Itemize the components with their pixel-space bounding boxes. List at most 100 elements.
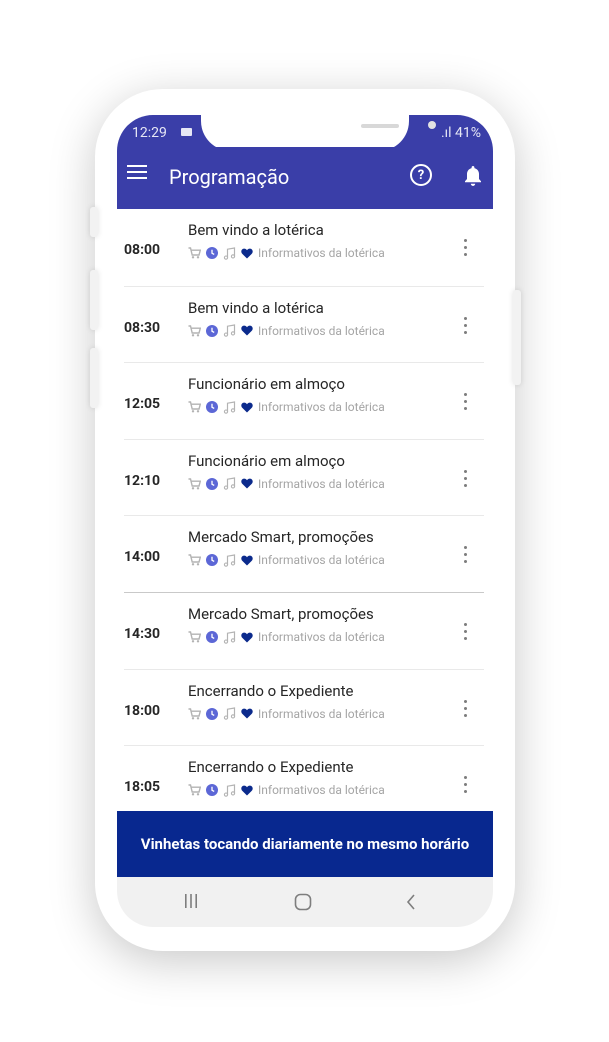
heart-icon bbox=[241, 402, 253, 413]
music-note-icon bbox=[223, 400, 236, 414]
schedule-row[interactable]: 12:05 Funcionário em almoço Informativos d… bbox=[124, 362, 484, 439]
heart-icon bbox=[241, 478, 253, 489]
schedule-title: Bem vindo a lotérica bbox=[188, 298, 324, 317]
recent-apps-icon[interactable] bbox=[183, 893, 199, 913]
speaker-grille bbox=[361, 124, 399, 128]
menu-icon[interactable] bbox=[127, 165, 147, 179]
back-icon[interactable] bbox=[405, 893, 417, 915]
schedule-row[interactable]: 12:10 Funcionário em almoço Informativos d… bbox=[124, 438, 484, 516]
schedule-title: Encerrando o Expediente bbox=[188, 758, 354, 777]
camera-notch bbox=[201, 115, 436, 151]
music-note-icon bbox=[223, 707, 236, 720]
schedule-title: Funcionário em almoço bbox=[188, 375, 345, 394]
more-options-icon[interactable] bbox=[462, 546, 468, 566]
schedule-time: 12:05 bbox=[124, 396, 161, 413]
cart-icon bbox=[188, 324, 201, 337]
schedule-meta: Informativos da lotérica bbox=[188, 630, 385, 644]
heart-icon bbox=[241, 708, 253, 719]
schedule-row[interactable]: 08:00 Bem vindo a lotérica Informativos da… bbox=[124, 209, 484, 285]
music-note-icon bbox=[223, 324, 236, 337]
schedule-category: Informativos da lotérica bbox=[258, 323, 385, 338]
schedule-row[interactable]: 18:00 Encerrando o Expediente Informativos… bbox=[124, 668, 484, 746]
heart-icon bbox=[241, 785, 253, 796]
schedule-category: Informativos da lotérica bbox=[258, 553, 385, 568]
schedule-time: 12:10 bbox=[124, 472, 161, 489]
schedule-title: Bem vindo a lotérica bbox=[188, 221, 324, 239]
clock-icon bbox=[206, 554, 218, 567]
help-icon[interactable]: ? bbox=[410, 164, 432, 186]
page-title: Programação bbox=[169, 165, 290, 189]
more-options-icon[interactable] bbox=[462, 393, 468, 413]
more-options-icon[interactable] bbox=[462, 316, 468, 337]
more-options-icon[interactable] bbox=[462, 699, 468, 720]
cart-icon bbox=[188, 554, 201, 566]
schedule-title: Funcionário em almoço bbox=[188, 451, 345, 470]
message-notification-icon bbox=[181, 128, 192, 136]
cart-icon bbox=[188, 401, 201, 413]
schedule-category: Informativos da lotérica bbox=[258, 783, 385, 798]
schedule-category: Informativos da lotérica bbox=[258, 706, 385, 721]
cart-icon bbox=[188, 631, 201, 643]
heart-icon bbox=[241, 632, 253, 643]
more-options-icon[interactable] bbox=[462, 623, 468, 643]
schedule-meta: Informativos da lotérica bbox=[188, 400, 385, 414]
banner-text: Vinhetas tocando diariamente no mesmo ho… bbox=[140, 835, 470, 853]
info-banner: Vinhetas tocando diariamente no mesmo ho… bbox=[117, 811, 493, 877]
schedule-title: Mercado Smart, promoções bbox=[188, 605, 374, 623]
schedule-meta: Informativos da lotérica bbox=[188, 324, 385, 338]
schedule-category: Informativos da lotérica bbox=[258, 630, 385, 644]
clock-icon bbox=[206, 401, 218, 414]
schedule-title: Mercado Smart, promoções bbox=[188, 528, 374, 547]
clock-icon bbox=[206, 247, 218, 259]
music-note-icon bbox=[223, 477, 236, 491]
schedule-time: 08:00 bbox=[124, 242, 161, 258]
music-note-icon bbox=[223, 554, 236, 567]
android-nav-bar bbox=[117, 877, 493, 927]
more-options-icon[interactable] bbox=[462, 776, 468, 796]
cart-icon bbox=[188, 784, 201, 796]
schedule-meta: Informativos da lotérica bbox=[188, 553, 385, 567]
phone-side-button-right bbox=[513, 290, 521, 385]
music-note-icon bbox=[223, 246, 236, 260]
schedule-meta: Informativos da lotérica bbox=[188, 477, 385, 491]
more-options-icon[interactable] bbox=[462, 469, 468, 490]
music-note-icon bbox=[223, 630, 236, 644]
clock-icon bbox=[206, 477, 218, 490]
schedule-row[interactable]: 14:00 Mercado Smart, promoções Informativo… bbox=[124, 515, 484, 592]
schedule-row[interactable]: 14:30 Mercado Smart, promoções Informativo… bbox=[124, 592, 484, 669]
schedule-row[interactable]: 08:30 Bem vindo a lotérica Informativos da… bbox=[124, 285, 484, 363]
heart-icon bbox=[241, 325, 253, 336]
schedule-category: Informativos da lotérica bbox=[258, 246, 385, 260]
schedule-time: 14:00 bbox=[124, 549, 161, 566]
clock-icon bbox=[206, 324, 218, 337]
phone-side-button-left-3 bbox=[90, 348, 98, 408]
status-time: 12:29 bbox=[132, 125, 167, 141]
schedule-meta: Informativos da lotérica bbox=[188, 707, 385, 721]
bell-icon[interactable] bbox=[462, 164, 484, 188]
phone-side-button-left-2 bbox=[90, 270, 98, 330]
more-options-icon[interactable] bbox=[462, 239, 468, 259]
schedule-category: Informativos da lotérica bbox=[258, 400, 385, 415]
schedule-time: 18:05 bbox=[124, 779, 161, 796]
home-icon[interactable] bbox=[294, 893, 312, 915]
cart-icon bbox=[188, 247, 201, 259]
cart-icon bbox=[188, 478, 201, 490]
schedule-meta: Informativos da lotérica bbox=[188, 246, 385, 260]
schedule-time: 08:30 bbox=[124, 319, 161, 336]
clock-icon bbox=[206, 784, 218, 797]
heart-icon bbox=[241, 555, 253, 566]
phone-screen: 12:29 .ıl 41% Programação ? 08:00 Bem vin… bbox=[117, 115, 493, 927]
front-camera bbox=[428, 121, 436, 129]
schedule-category: Informativos da lotérica bbox=[258, 476, 385, 491]
phone-side-button-left-1 bbox=[90, 207, 98, 237]
schedule-title: Encerrando o Expediente bbox=[188, 681, 354, 700]
clock-icon bbox=[206, 707, 218, 720]
clock-icon bbox=[206, 631, 218, 643]
schedule-time: 18:00 bbox=[124, 702, 161, 719]
schedule-meta: Informativos da lotérica bbox=[188, 783, 385, 797]
cart-icon bbox=[188, 707, 201, 720]
schedule-time: 14:30 bbox=[124, 626, 161, 642]
status-signal-battery: .ıl 41% bbox=[440, 125, 481, 141]
music-note-icon bbox=[223, 783, 236, 797]
heart-icon bbox=[241, 248, 253, 259]
